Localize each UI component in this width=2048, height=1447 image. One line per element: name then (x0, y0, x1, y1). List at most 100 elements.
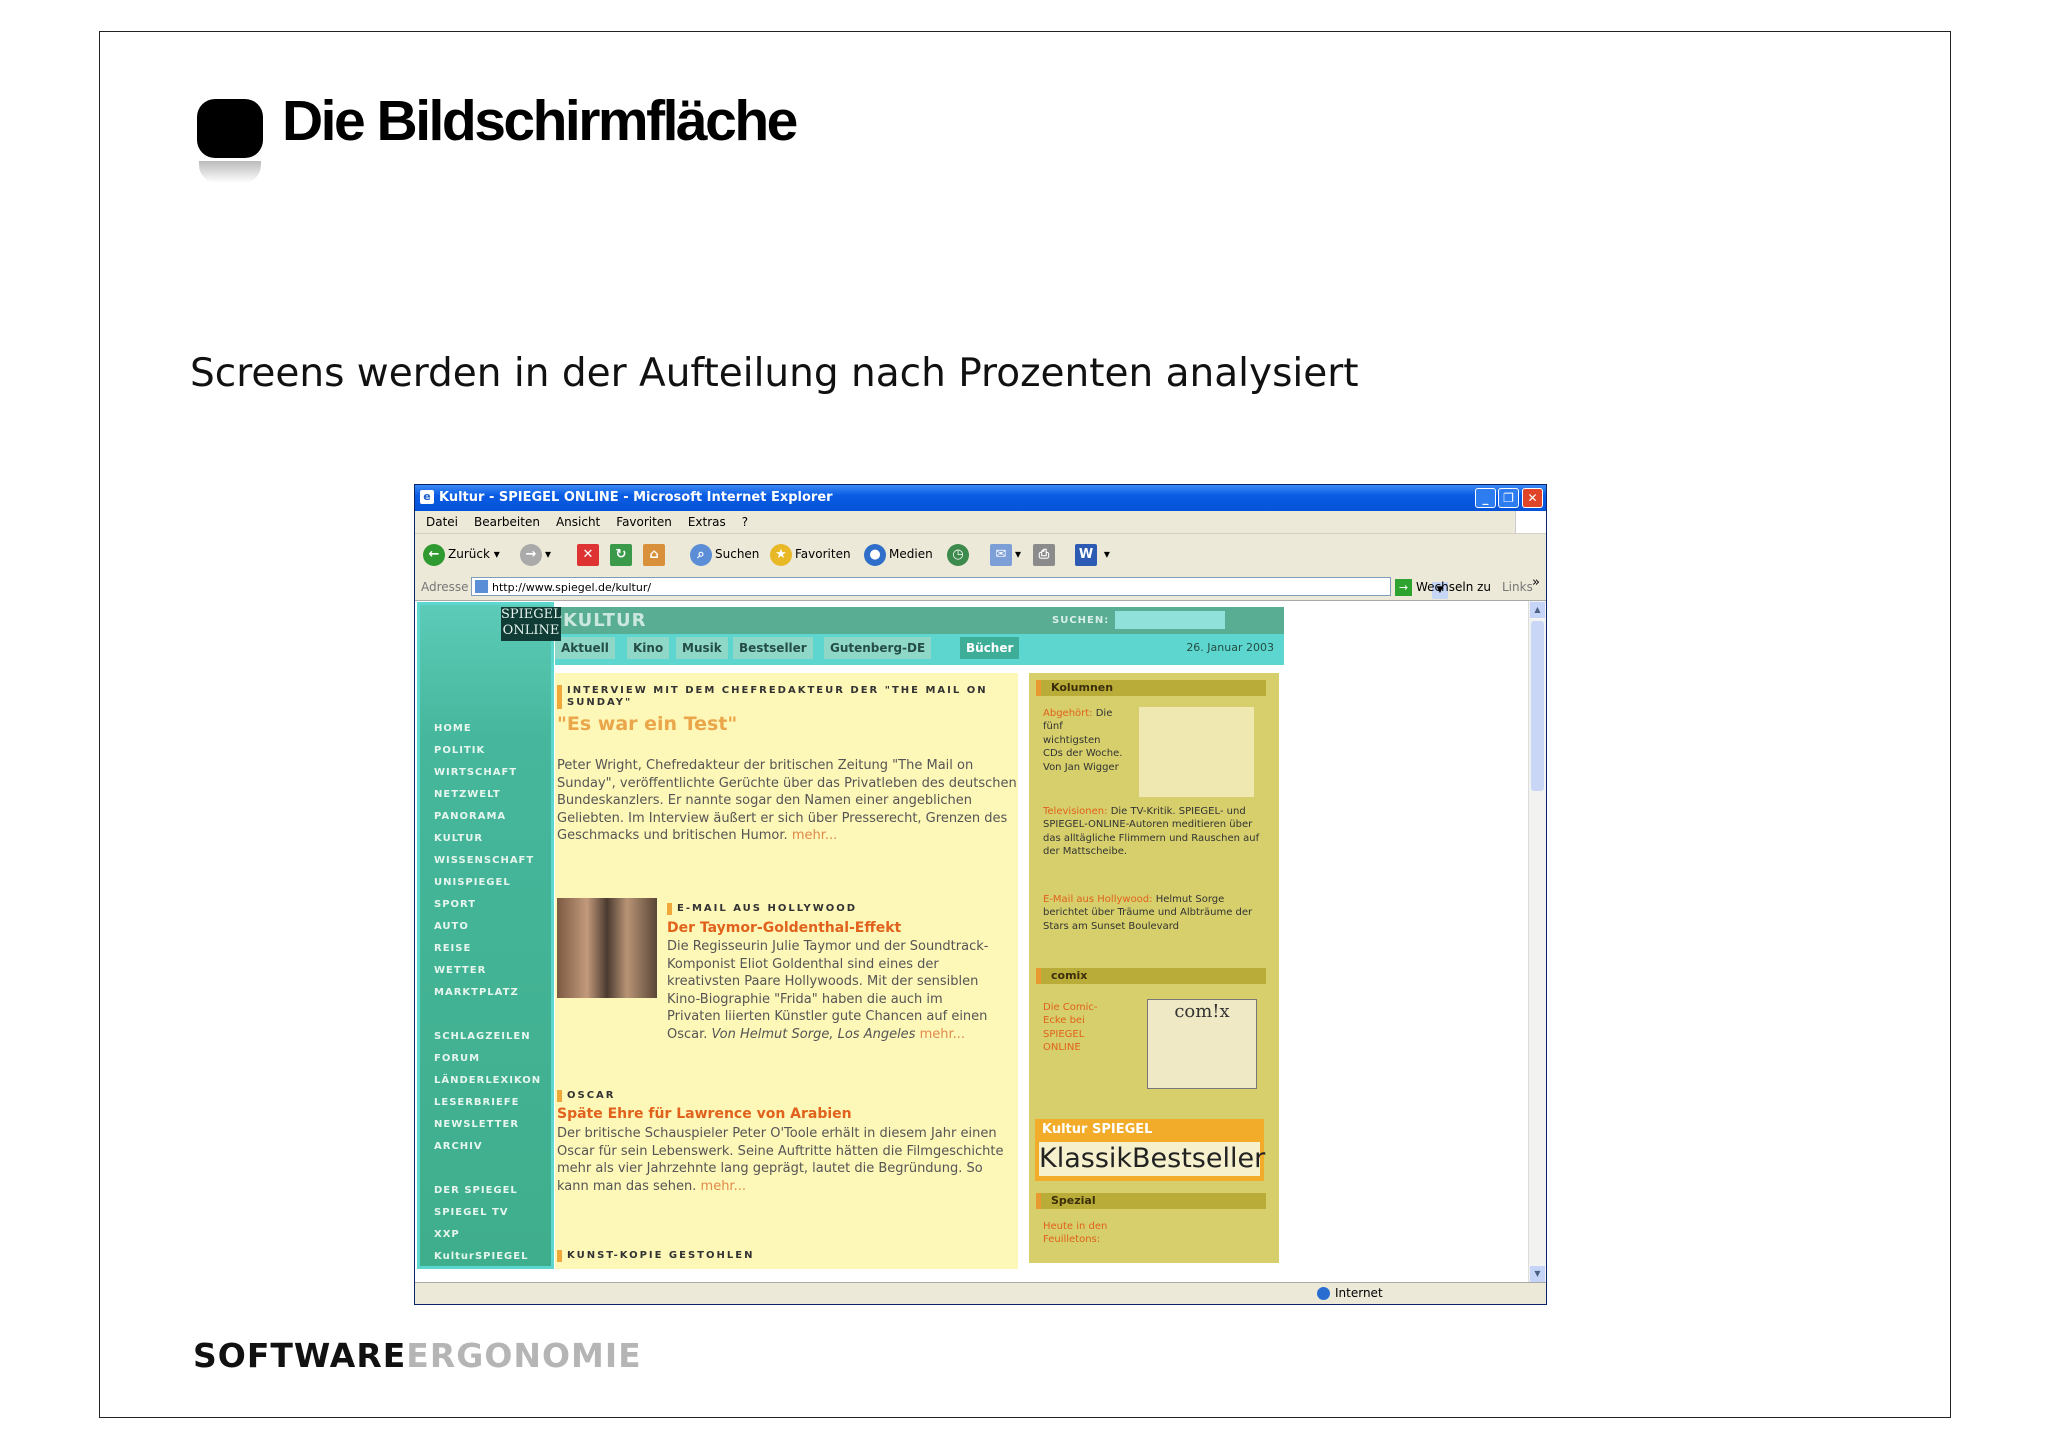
nav-item[interactable]: MARKTPLATZ (434, 987, 541, 1009)
forward-button[interactable]: → ▾ (520, 542, 551, 566)
nav-item[interactable]: XXP (434, 1229, 541, 1251)
menu-favoriten[interactable]: Favoriten (616, 515, 672, 529)
comix-link[interactable]: Die Comic-Ecke bei SPIEGEL ONLINE (1043, 1001, 1118, 1055)
kultur-spiegel-logo: Kultur SPIEGEL (1042, 1122, 1153, 1137)
stop-button[interactable]: ✕ (577, 542, 602, 566)
nav-item[interactable]: HOME (434, 723, 541, 745)
article-photo[interactable] (557, 898, 657, 998)
tab-buecher[interactable]: Bücher (960, 637, 1022, 659)
slide-subtitle: Screens werden in der Aufteilung nach Pr… (190, 351, 1359, 396)
article-headline[interactable]: Der Taymor-Goldenthal-Effekt (667, 920, 901, 936)
spiegel-header: KULTUR SUCHEN: Aktuell Kino Musik Bestse… (555, 607, 1284, 665)
menu-datei[interactable]: Datei (426, 515, 458, 529)
tab-musik[interactable]: Musik (676, 637, 730, 659)
favorites-button[interactable]: ★ Favoriten (770, 542, 851, 566)
scroll-thumb[interactable] (1531, 621, 1544, 791)
kolumne-hollywood[interactable]: E-Mail aus Hollywood: Helmut Sorge beric… (1043, 893, 1265, 933)
browser-titlebar: e Kultur - SPIEGEL ONLINE - Microsoft In… (415, 485, 1546, 511)
address-input[interactable]: http://www.spiegel.de/kultur/ ▼ (471, 577, 1448, 599)
search-label: SUCHEN: (1052, 615, 1110, 626)
refresh-button[interactable]: ↻ (610, 542, 635, 566)
history-icon: ◷ (947, 543, 969, 566)
article-headline[interactable]: "Es war ein Test" (557, 713, 737, 735)
nav-item[interactable]: WETTER (434, 965, 541, 987)
spezial-link[interactable]: Heute in den Feuilletons: (1043, 1220, 1143, 1247)
page-date: 26. Januar 2003 (1186, 641, 1274, 654)
kolumne-televisionen[interactable]: Televisionen: Die TV-Kritik. SPIEGEL- un… (1043, 805, 1265, 859)
right-column: Kolumnen Abgehört: Die fünf wichtigsten … (1029, 673, 1279, 1263)
menu-ansicht[interactable]: Ansicht (556, 515, 600, 529)
klassik-bestseller-banner[interactable]: Kultur SPIEGEL KlassikBestseller (1035, 1119, 1265, 1181)
scroll-up-icon[interactable]: ▲ (1530, 602, 1545, 618)
menu-help[interactable]: ? (742, 515, 748, 529)
kolumne-abgehoert[interactable]: Abgehört: Die fünf wichtigsten CDs der W… (1043, 707, 1123, 774)
tab-aktuell[interactable]: Aktuell (555, 637, 617, 659)
nav-item[interactable]: SPIEGEL TV (434, 1207, 541, 1229)
go-button[interactable]: → Wechseln zu (1395, 574, 1491, 600)
article-headline[interactable]: Späte Ehre für Lawrence von Arabien (557, 1106, 852, 1122)
back-arrow-icon: ← (423, 543, 445, 566)
tab-bestseller[interactable]: Bestseller (733, 637, 815, 659)
nav-item[interactable]: LÄNDERLEXIKON (434, 1075, 541, 1097)
nav-item[interactable]: WISSENSCHAFT (434, 855, 541, 877)
site-search-input[interactable] (1115, 611, 1225, 629)
section-bar: KULTUR SUCHEN: (555, 607, 1284, 634)
kolumnen-header: Kolumnen (1036, 680, 1266, 696)
nav-item[interactable]: LESERBRIEFE (434, 1097, 541, 1119)
star-icon: ★ (770, 543, 792, 566)
nav-item[interactable]: SCHLAGZEILEN (434, 1031, 541, 1053)
back-button[interactable]: ← Zurück ▾ (423, 542, 500, 566)
vertical-scrollbar[interactable]: ▲ ▼ (1528, 601, 1546, 1283)
nav-item[interactable]: FORUM (434, 1053, 541, 1075)
comix-logo[interactable]: com!x (1147, 999, 1257, 1089)
nav-item[interactable]: NEWSLETTER (434, 1119, 541, 1141)
spiegel-left-nav: HOME POLITIK WIRTSCHAFT NETZWELT PANORAM… (417, 602, 554, 1269)
close-icon[interactable]: ✕ (1522, 488, 1543, 508)
more-link[interactable]: mehr... (792, 828, 837, 843)
nav-item-active[interactable]: KULTUR (434, 833, 541, 855)
edit-button[interactable]: W ▾ (1075, 542, 1110, 566)
menu-bearbeiten[interactable]: Bearbeiten (474, 515, 540, 529)
security-zone: Internet (1317, 1283, 1383, 1304)
windows-logo-icon (1515, 511, 1546, 533)
maximize-icon[interactable]: ❐ (1498, 488, 1519, 508)
page-viewport: HOME POLITIK WIRTSCHAFT NETZWELT PANORAM… (415, 601, 1546, 1283)
tab-gutenberg[interactable]: Gutenberg-DE (824, 637, 934, 659)
nav-item[interactable]: PANORAMA (434, 811, 541, 833)
nav-item[interactable]: UNISPIEGEL (434, 877, 541, 899)
nav-item[interactable]: ARCHIV (434, 1141, 541, 1163)
nav-item[interactable]: POLITIK (434, 745, 541, 767)
tab-kino[interactable]: Kino (627, 637, 672, 659)
search-button[interactable]: ⌕ Suchen (690, 542, 759, 566)
more-link[interactable]: mehr... (701, 1179, 746, 1194)
spiegel-online-logo[interactable]: SPIEGEL ONLINE (501, 607, 562, 641)
stop-icon: ✕ (577, 543, 599, 566)
links-button[interactable]: Links (1502, 574, 1533, 600)
nav-item[interactable]: REISE (434, 943, 541, 965)
nav-item[interactable]: NETZWELT (434, 789, 541, 811)
refresh-icon: ↻ (610, 543, 632, 566)
home-button[interactable]: ⌂ (643, 542, 668, 566)
menu-extras[interactable]: Extras (688, 515, 726, 529)
browser-screenshot: e Kultur - SPIEGEL ONLINE - Microsoft In… (414, 484, 1547, 1305)
mail-button[interactable]: ✉ ▾ (990, 542, 1021, 566)
search-icon: ⌕ (690, 543, 712, 566)
history-button[interactable]: ◷ (947, 542, 972, 566)
print-button[interactable]: ⎙ (1033, 542, 1058, 566)
nav-item[interactable]: WIRTSCHAFT (434, 767, 541, 789)
spezial-header: Spezial (1036, 1193, 1266, 1209)
article-kicker: INTERVIEW MIT DEM CHEFREDAKTEUR DER "THE… (557, 685, 1007, 709)
section-title: KULTUR (563, 610, 647, 631)
more-link[interactable]: mehr... (920, 1027, 965, 1042)
nav-item[interactable]: AUTO (434, 921, 541, 943)
word-icon: W (1075, 543, 1097, 566)
media-button[interactable]: ● Medien (864, 542, 933, 566)
minimize-icon[interactable]: _ (1475, 488, 1496, 508)
chevron-icon[interactable]: » (1532, 570, 1540, 596)
nav-item[interactable]: DER SPIEGEL (434, 1185, 541, 1207)
nav-item[interactable]: SPORT (434, 899, 541, 921)
nav-item[interactable]: KulturSPIEGEL (434, 1251, 541, 1273)
title-bullet-icon (197, 99, 263, 158)
scroll-down-icon[interactable]: ▼ (1530, 1266, 1545, 1282)
comix-header: comix (1036, 968, 1266, 984)
